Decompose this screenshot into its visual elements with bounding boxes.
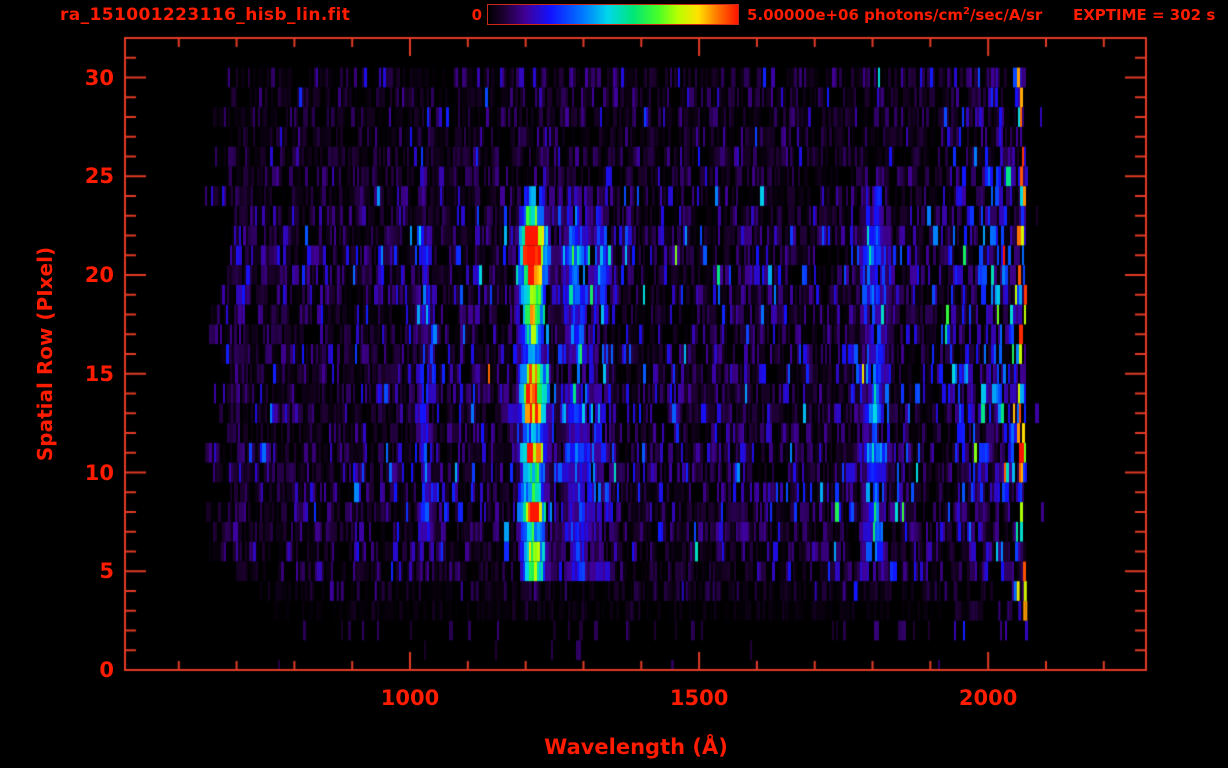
y-tick-label: 5 [99,559,114,584]
colorbar-min-label: 0 [471,6,482,24]
y-tick-label: 25 [84,164,114,189]
exptime-label: EXPTIME = 302 s [1073,6,1216,24]
x-tick-label: 2000 [958,686,1018,710]
y-axis-title: Spatial Row (PIxel) [33,246,57,462]
colorbar-max-label: 5.00000e+06 photons/cm2/sec/A/sr [747,6,1042,24]
y-tick-label: 20 [84,263,114,287]
colorbar-max-suffix: /sec/A/sr [969,6,1043,24]
colorbar-max-exponent: 2 [962,6,970,17]
y-tick-label: 0 [99,658,114,682]
colorbar-max-prefix: 5.00000e+06 photons/cm [747,6,963,24]
y-tick-label: 10 [84,460,114,485]
x-tick-label: 1000 [380,686,440,710]
y-tick-label: 30 [84,65,114,90]
colorbar-gradient [487,4,739,25]
x-tick-label: 1500 [669,686,729,710]
x-axis-title: Wavelength (Å) [544,735,728,759]
y-tick-label: 15 [84,361,114,386]
spectral-heatmap-canvas [0,0,1228,768]
image-title: ra_151001223116_hisb_lin.fit [60,5,351,25]
spectral-viewer-window: { "header": { "title": "ra_151001223116_… [0,0,1228,768]
